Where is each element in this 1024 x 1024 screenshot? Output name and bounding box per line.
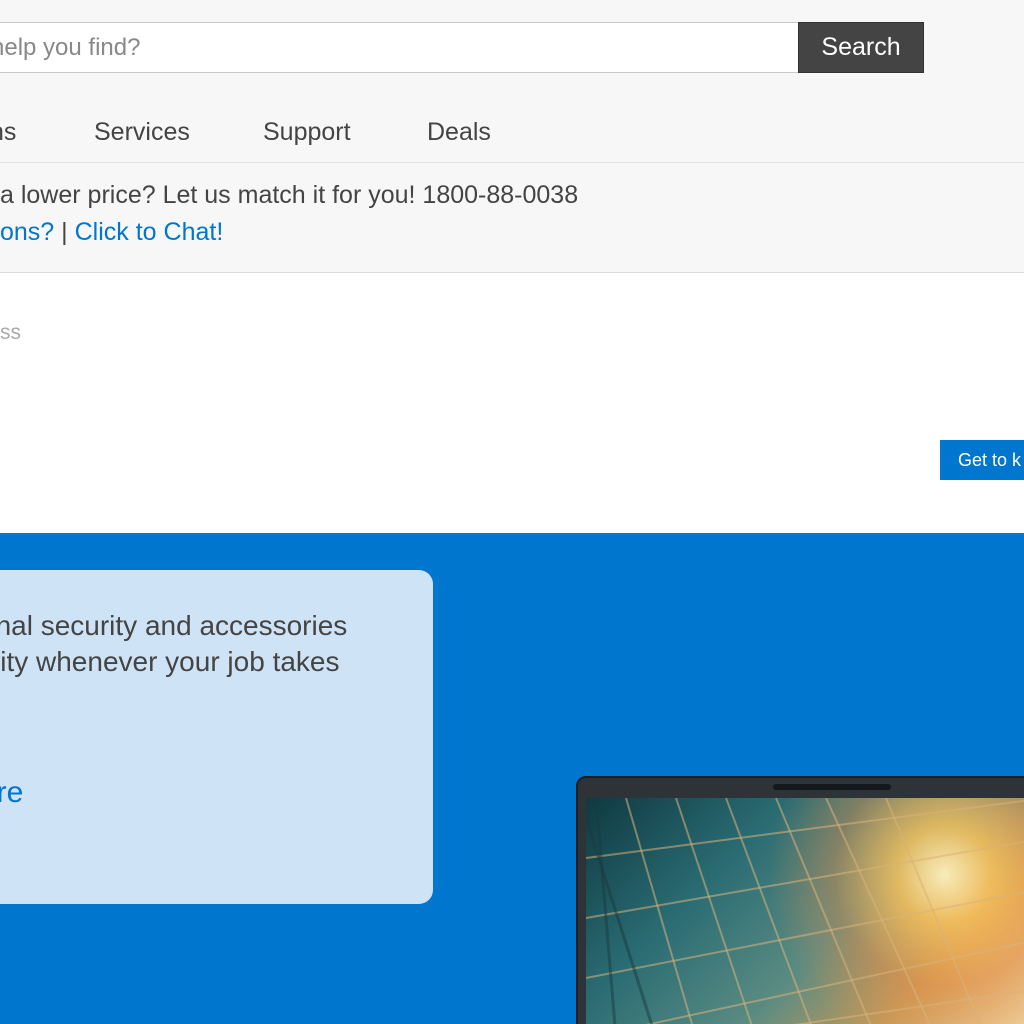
building-graphic [586,798,1024,1024]
breadcrumb[interactable]: ss [0,321,21,345]
hero-card-line-1: onal security and accessories [0,610,348,641]
hero-banner: onal security and accessories ivity when… [0,533,1024,1024]
header: Search ns Services Support Deals [0,0,1024,163]
laptop-image [576,776,1024,1024]
laptop-screen [586,798,1024,1024]
nav-item-services[interactable]: Services [94,118,190,147]
search-input[interactable] [0,22,798,73]
price-match-bar: a lower price? Let us match it for you! … [0,163,1024,273]
hero-card-line-2: ivity whenever your job takes [0,646,340,677]
help-links: ons? | Click to Chat! [0,218,223,247]
webcam-bar [773,784,891,790]
nav-item-deals[interactable]: Deals [427,118,491,147]
link-separator: | [54,218,75,246]
hero-card-link[interactable]: ere [0,776,23,810]
search-button[interactable]: Search [798,22,924,73]
hero-card-text: onal security and accessories ivity when… [0,608,420,680]
nav-item-support[interactable]: Support [263,118,351,147]
nav-item-solutions[interactable]: ns [0,118,16,147]
get-to-know-button[interactable]: Get to k [940,440,1024,480]
price-match-text: a lower price? Let us match it for you! … [0,181,579,209]
hero-card: onal security and accessories ivity when… [0,570,433,904]
click-to-chat-link[interactable]: Click to Chat! [75,218,224,246]
questions-link[interactable]: ons? [0,218,54,246]
